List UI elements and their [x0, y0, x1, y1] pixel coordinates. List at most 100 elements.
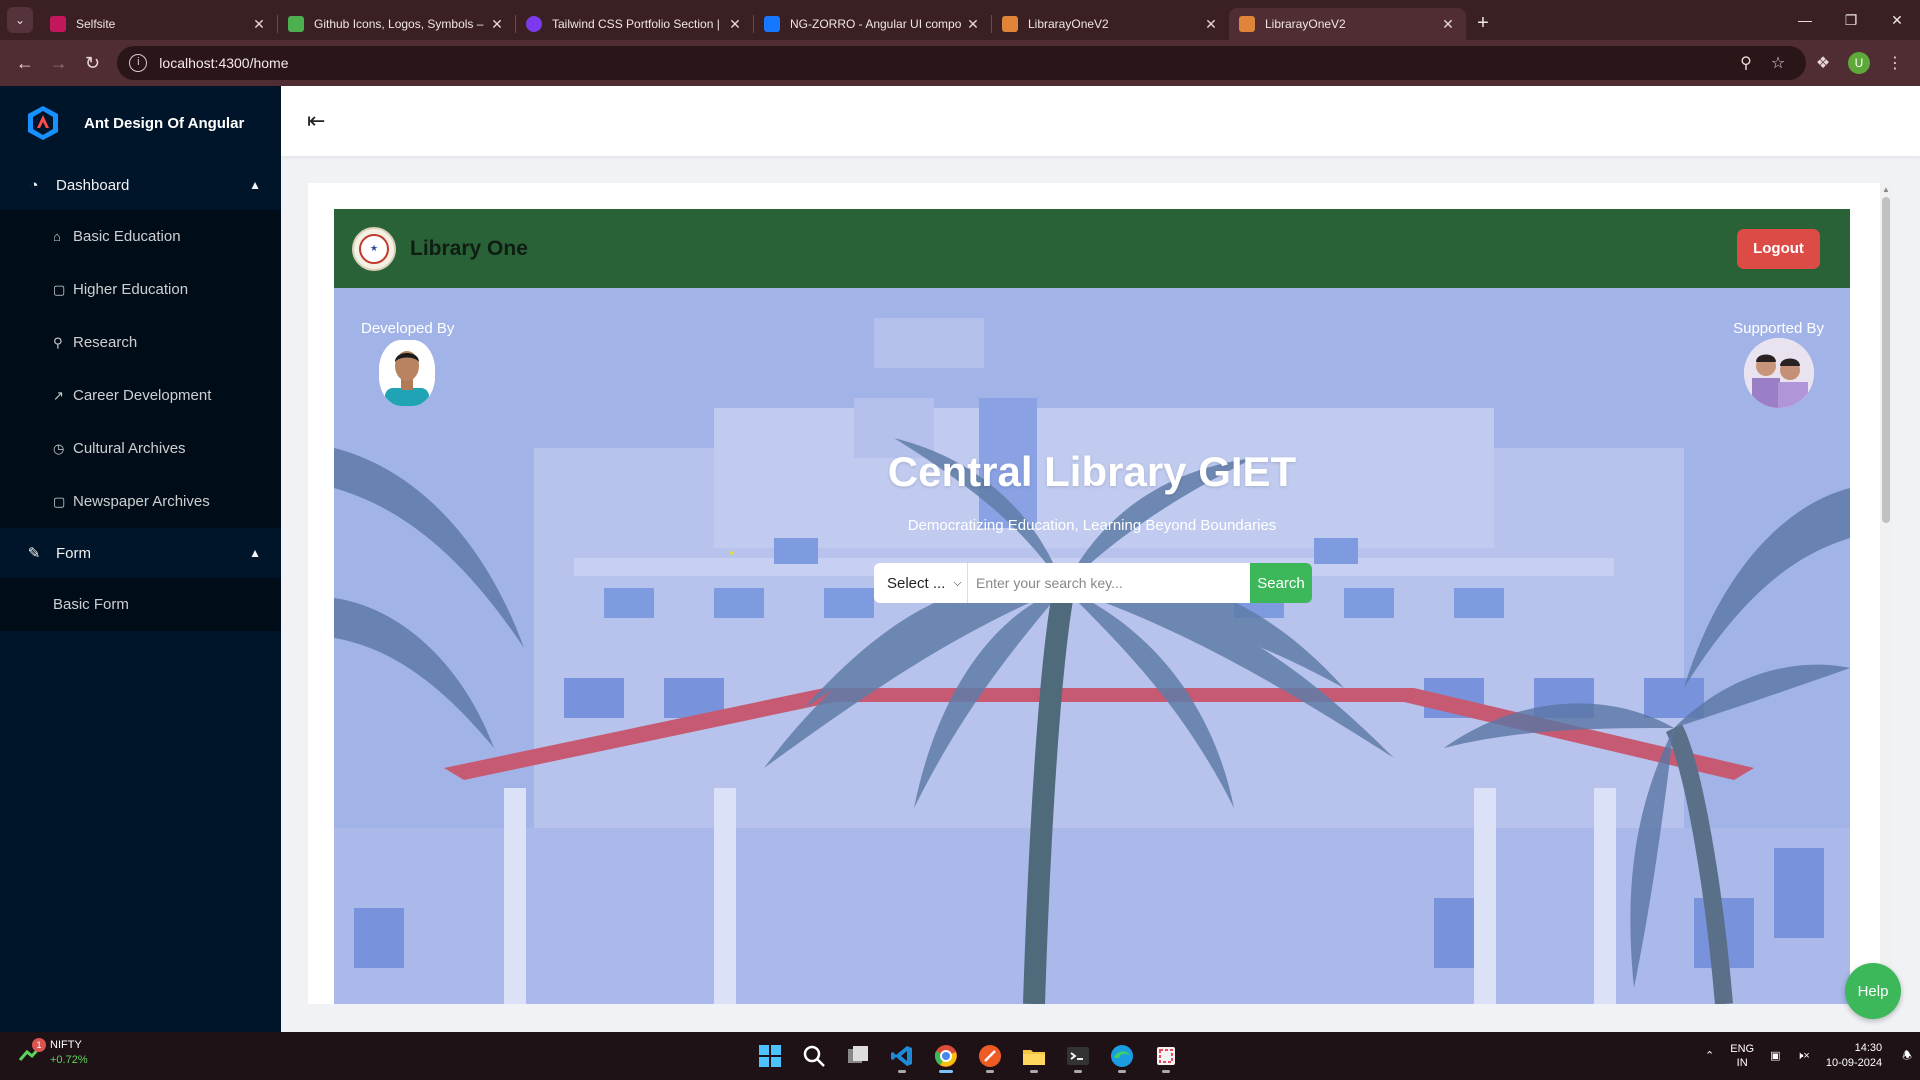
windows-start-icon[interactable] — [752, 1038, 788, 1074]
tab-title: Github Icons, Logos, Symbols – — [314, 17, 484, 31]
supported-by-label: Supported By — [1733, 320, 1824, 337]
sidebar-item-cultural-archives[interactable]: ◷ Cultural Archives — [0, 422, 281, 475]
sidebar-item-basic-education[interactable]: ⌂ Basic Education — [0, 210, 281, 263]
reload-icon[interactable]: ↻ — [76, 46, 110, 80]
sidebar: Ant Design Of Angular ◔ Dashboard ▲ ⌂ Ba… — [0, 86, 281, 1032]
running-indicator — [1162, 1070, 1170, 1073]
tab-title: Tailwind CSS Portfolio Section | — [552, 17, 720, 31]
edge-icon[interactable] — [1104, 1038, 1140, 1074]
minimize-icon[interactable]: — — [1782, 0, 1828, 40]
sidebar-item-career-development[interactable]: ↗ Career Development — [0, 369, 281, 422]
tab-search-button[interactable]: ⌄ — [0, 0, 40, 40]
developer-avatar[interactable] — [379, 340, 435, 406]
line-chart-icon: ↗ — [53, 387, 64, 403]
close-tab-icon[interactable]: ✕ — [1203, 16, 1219, 33]
menu-form[interactable]: ✎ Form ▲ — [0, 528, 281, 578]
tab-favicon-icon — [1239, 16, 1255, 32]
hero-banner: Developed By Supported By Central Librar… — [334, 288, 1850, 1004]
menu-dashboard[interactable]: ◔ Dashboard ▲ — [0, 160, 281, 210]
menu-dashboard-label: Dashboard — [56, 176, 130, 194]
sidebar-item-basic-form[interactable]: Basic Form — [0, 578, 281, 631]
close-window-icon[interactable]: ✕ — [1874, 0, 1920, 40]
postman-icon[interactable] — [972, 1038, 1008, 1074]
top-header: ⇤ — [281, 86, 1920, 156]
chevron-up-icon: ▲ — [249, 546, 261, 560]
campus-background-image — [334, 288, 1850, 1004]
browser-tab-active[interactable]: LibrarayOneV2 ✕ — [1229, 8, 1466, 40]
profile-avatar[interactable]: U — [1847, 52, 1870, 74]
chrome-icon[interactable] — [928, 1038, 964, 1074]
tab-title: LibrarayOneV2 — [1265, 17, 1346, 31]
site-info-icon[interactable]: i — [129, 54, 148, 72]
running-indicator — [1118, 1070, 1126, 1073]
scrollbar-thumb[interactable] — [1882, 197, 1890, 523]
angular-logo-icon — [28, 106, 58, 140]
file-explorer-icon[interactable] — [1016, 1038, 1052, 1074]
time: 14:30 — [1854, 1042, 1883, 1054]
close-tab-icon[interactable]: ✕ — [489, 16, 505, 33]
chevron-down-icon: ⌵ — [953, 576, 962, 589]
chevron-up-icon[interactable]: ⌃ — [1697, 1049, 1722, 1063]
new-tab-button[interactable]: + — [1466, 7, 1500, 39]
search-category-select[interactable]: Select ... ⌵ — [874, 563, 968, 603]
sidebar-item-label: Basic Form — [53, 596, 129, 613]
form-icon: ✎ — [27, 545, 41, 562]
taskbar-apps — [748, 1038, 1188, 1074]
sidebar-item-newspaper-archives[interactable]: ▢ Newspaper Archives — [0, 475, 281, 528]
snipping-tool-icon[interactable] — [1148, 1038, 1184, 1074]
browser-tab[interactable]: Github Icons, Logos, Symbols – ✕ — [278, 8, 515, 40]
network-icon[interactable]: ▣ — [1762, 1049, 1788, 1063]
volume-muted-icon[interactable]: 🕨× — [1789, 1049, 1818, 1063]
sidebar-item-research[interactable]: ⚲ Research — [0, 316, 281, 369]
bookmark-star-icon[interactable]: ☆ — [1762, 53, 1794, 73]
stock-name: NIFTY — [50, 1039, 82, 1051]
menu-form-label: Form — [56, 544, 91, 562]
menu-fold-icon[interactable]: ⇤ — [307, 108, 333, 134]
close-tab-icon[interactable]: ✕ — [1440, 16, 1456, 33]
running-indicator — [898, 1070, 906, 1073]
browser-tab[interactable]: Selfsite ✕ — [40, 8, 277, 40]
history-icon: ◷ — [53, 440, 65, 456]
search-button[interactable]: Search — [1250, 563, 1312, 603]
tab-favicon-icon — [50, 16, 66, 32]
browser-tab-strip: ⌄ Selfsite ✕ Github Icons, Logos, Symbol… — [0, 0, 1920, 40]
zoom-icon[interactable]: ⚲ — [1730, 53, 1762, 73]
address-bar[interactable]: i localhost:4300/home ⚲ ☆ — [117, 46, 1806, 80]
stock-widget[interactable]: 1 NIFTY +0.72% — [18, 1038, 88, 1068]
browser-menu-icon[interactable]: ⋮ — [1878, 53, 1912, 73]
close-tab-icon[interactable]: ✕ — [727, 16, 743, 33]
vscode-icon[interactable] — [884, 1038, 920, 1074]
close-tab-icon[interactable]: ✕ — [251, 16, 267, 33]
scroll-up-icon[interactable]: ▲ — [1882, 185, 1890, 194]
running-indicator — [939, 1070, 953, 1073]
help-button[interactable]: Help — [1845, 963, 1901, 1019]
task-view-icon[interactable] — [840, 1038, 876, 1074]
library-logo: ★ — [352, 226, 396, 271]
browser-toolbar: ← → ↻ i localhost:4300/home ⚲ ☆ ❖ U ⋮ — [0, 40, 1920, 86]
search-bar: Select ... ⌵ Search — [874, 563, 1312, 603]
browser-tab[interactable]: Tailwind CSS Portfolio Section | ✕ — [516, 8, 753, 40]
back-icon[interactable]: ← — [8, 46, 42, 80]
search-icon[interactable] — [796, 1038, 832, 1074]
notifications-bell-icon[interactable]: 🕭 — [1894, 1049, 1920, 1063]
browser-tab[interactable]: NG-ZORRO - Angular UI compo ✕ — [754, 8, 991, 40]
date: 10-09-2024 — [1825, 1057, 1883, 1069]
clock[interactable]: 14:30 10-09-2024 — [1818, 1041, 1894, 1071]
dashboard-submenu: ⌂ Basic Education ▢ Higher Education ⚲ R… — [0, 210, 281, 528]
tab-favicon-icon — [1002, 16, 1018, 32]
supporter-avatar[interactable] — [1744, 338, 1814, 408]
tab-favicon-icon — [764, 16, 780, 32]
restore-icon[interactable]: ❐ — [1828, 0, 1874, 40]
sidebar-logo-row[interactable]: Ant Design Of Angular — [0, 86, 281, 160]
close-tab-icon[interactable]: ✕ — [965, 16, 981, 33]
browser-tab[interactable]: LibrarayOneV2 ✕ — [992, 8, 1229, 40]
extensions-icon[interactable]: ❖ — [1806, 53, 1840, 73]
scrollbar[interactable]: ▲ — [1880, 183, 1892, 1004]
hero-title: Central Library GIET — [887, 448, 1297, 495]
terminal-icon[interactable] — [1060, 1038, 1096, 1074]
forward-icon[interactable]: → — [42, 46, 76, 80]
language-indicator[interactable]: ENG IN — [1722, 1042, 1762, 1070]
logout-button[interactable]: Logout — [1737, 228, 1820, 269]
sidebar-item-higher-education[interactable]: ▢ Higher Education — [0, 263, 281, 316]
search-input[interactable] — [968, 563, 1250, 603]
